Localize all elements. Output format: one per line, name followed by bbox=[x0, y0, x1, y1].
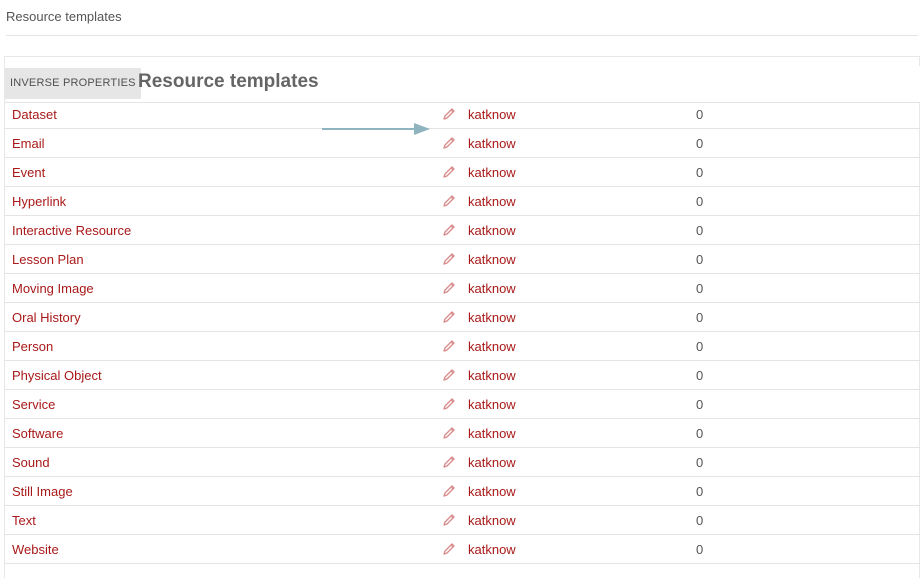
template-name-link[interactable]: Hyperlink bbox=[12, 194, 66, 209]
item-count: 0 bbox=[696, 368, 704, 383]
owner-link[interactable]: katknow bbox=[468, 310, 516, 325]
owner-link[interactable]: katknow bbox=[468, 542, 516, 557]
item-count: 0 bbox=[696, 455, 704, 470]
edit-pencil-icon[interactable] bbox=[441, 280, 457, 296]
table-row: Dataset katknow 0 bbox=[4, 100, 920, 129]
edit-pencil-icon[interactable] bbox=[441, 251, 457, 267]
item-count: 0 bbox=[696, 107, 704, 122]
table-row: Lesson Plan katknow 0 bbox=[4, 245, 920, 274]
table-row: Service katknow 0 bbox=[4, 390, 920, 419]
item-count: 0 bbox=[696, 426, 704, 441]
template-name-link[interactable]: Interactive Resource bbox=[12, 223, 131, 238]
owner-link[interactable]: katknow bbox=[468, 252, 516, 267]
template-name-link[interactable]: Text bbox=[12, 513, 36, 528]
edit-pencil-icon[interactable] bbox=[441, 164, 457, 180]
item-count: 0 bbox=[696, 136, 704, 151]
owner-link[interactable]: katknow bbox=[468, 223, 516, 238]
owner-link[interactable]: katknow bbox=[468, 513, 516, 528]
edit-pencil-icon[interactable] bbox=[441, 367, 457, 383]
item-count: 0 bbox=[696, 281, 704, 296]
template-name-link[interactable]: Oral History bbox=[12, 310, 81, 325]
table-row: Event katknow 0 bbox=[4, 158, 920, 187]
table-row: Oral History katknow 0 bbox=[4, 303, 920, 332]
item-count: 0 bbox=[696, 513, 704, 528]
item-count: 0 bbox=[696, 252, 704, 267]
divider bbox=[6, 35, 918, 36]
breadcrumb[interactable]: Resource templates bbox=[6, 9, 122, 24]
table-row: Text katknow 0 bbox=[4, 506, 920, 535]
owner-link[interactable]: katknow bbox=[468, 484, 516, 499]
template-name-link[interactable]: Website bbox=[12, 542, 59, 557]
edit-pencil-icon[interactable] bbox=[441, 135, 457, 151]
owner-link[interactable]: katknow bbox=[468, 339, 516, 354]
page-title: Resource templates bbox=[138, 71, 319, 92]
edit-pencil-icon[interactable] bbox=[441, 483, 457, 499]
edit-pencil-icon[interactable] bbox=[441, 193, 457, 209]
item-count: 0 bbox=[696, 542, 704, 557]
sticky-header: INVERSE PROPERTIES Resource templates bbox=[5, 66, 920, 103]
template-name-link[interactable]: Event bbox=[12, 165, 45, 180]
table-row: Interactive Resource katknow 0 bbox=[4, 216, 920, 245]
item-count: 0 bbox=[696, 484, 704, 499]
owner-link[interactable]: katknow bbox=[468, 281, 516, 296]
table-row: Person katknow 0 bbox=[4, 332, 920, 361]
template-name-link[interactable]: Service bbox=[12, 397, 55, 412]
item-count: 0 bbox=[696, 165, 704, 180]
owner-link[interactable]: katknow bbox=[468, 165, 516, 180]
inverse-properties-button[interactable]: INVERSE PROPERTIES bbox=[5, 68, 141, 99]
template-name-link[interactable]: Software bbox=[12, 426, 63, 441]
edit-pencil-icon[interactable] bbox=[441, 106, 457, 122]
template-name-link[interactable]: Still Image bbox=[12, 484, 73, 499]
edit-pencil-icon[interactable] bbox=[441, 454, 457, 470]
item-count: 0 bbox=[696, 397, 704, 412]
edit-pencil-icon[interactable] bbox=[441, 541, 457, 557]
table-row: Moving Image katknow 0 bbox=[4, 274, 920, 303]
owner-link[interactable]: katknow bbox=[468, 397, 516, 412]
edit-pencil-icon[interactable] bbox=[441, 396, 457, 412]
item-count: 0 bbox=[696, 339, 704, 354]
item-count: 0 bbox=[696, 194, 704, 209]
table-row: Website katknow 0 bbox=[4, 535, 920, 564]
edit-pencil-icon[interactable] bbox=[441, 222, 457, 238]
owner-link[interactable]: katknow bbox=[468, 194, 516, 209]
template-name-link[interactable]: Sound bbox=[12, 455, 50, 470]
edit-pencil-icon[interactable] bbox=[441, 425, 457, 441]
owner-link[interactable]: katknow bbox=[468, 455, 516, 470]
owner-link[interactable]: katknow bbox=[468, 368, 516, 383]
owner-link[interactable]: katknow bbox=[468, 107, 516, 122]
table-row: Email katknow 0 bbox=[4, 129, 920, 158]
item-count: 0 bbox=[696, 310, 704, 325]
pointer-arrow-icon bbox=[322, 123, 430, 135]
table-row: Physical Object katknow 0 bbox=[4, 361, 920, 390]
table-row: Sound katknow 0 bbox=[4, 448, 920, 477]
template-name-link[interactable]: Physical Object bbox=[12, 368, 102, 383]
template-name-link[interactable]: Email bbox=[12, 136, 45, 151]
owner-link[interactable]: katknow bbox=[468, 136, 516, 151]
template-name-link[interactable]: Moving Image bbox=[12, 281, 94, 296]
table-row: Still Image katknow 0 bbox=[4, 477, 920, 506]
table-row: Hyperlink katknow 0 bbox=[4, 187, 920, 216]
edit-pencil-icon[interactable] bbox=[441, 309, 457, 325]
page: Resource templates Base Resource[No owne… bbox=[0, 0, 924, 578]
edit-pencil-icon[interactable] bbox=[441, 338, 457, 354]
template-name-link[interactable]: Lesson Plan bbox=[12, 252, 84, 267]
template-name-link[interactable]: Dataset bbox=[12, 107, 57, 122]
table-row: Software katknow 0 bbox=[4, 419, 920, 448]
templates-table: Base Resource[No owner]0Datasetkatknow0E… bbox=[4, 71, 920, 564]
template-name-link[interactable]: Person bbox=[12, 339, 53, 354]
item-count: 0 bbox=[696, 223, 704, 238]
edit-pencil-icon[interactable] bbox=[441, 512, 457, 528]
owner-link[interactable]: katknow bbox=[468, 426, 516, 441]
